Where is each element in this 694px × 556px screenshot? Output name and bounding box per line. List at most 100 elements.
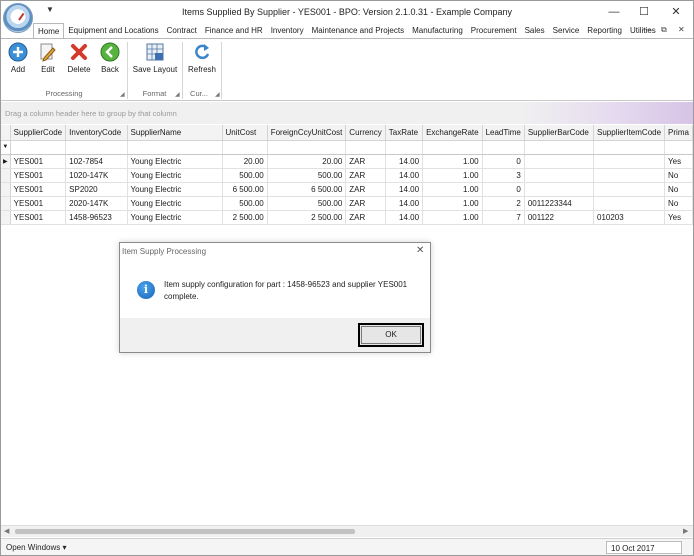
filter-cell[interactable] (524, 140, 595, 155)
cell-currency[interactable]: ZAR (345, 196, 386, 211)
minimize-button[interactable]: — (601, 4, 627, 20)
edit-button[interactable]: Edit (32, 42, 64, 74)
scrollbar-thumb[interactable] (15, 529, 355, 534)
tab-finance-and-hr[interactable]: Finance and HR (201, 23, 267, 39)
filter-cell[interactable] (482, 140, 525, 155)
cell-foreignccyunitcost[interactable]: 500.00 (267, 196, 347, 211)
cell-currency[interactable]: ZAR (345, 168, 386, 183)
cell-unitcost[interactable]: 2 500.00 (222, 210, 268, 225)
tab-service[interactable]: Service (549, 23, 584, 39)
cell-supplierbarcode[interactable] (524, 168, 595, 183)
cell-leadtime[interactable]: 2 (482, 196, 525, 211)
cell-unitcost[interactable]: 500.00 (222, 168, 268, 183)
cell-suppliername[interactable]: Young Electric (127, 182, 223, 197)
column-header-currency[interactable]: Currency (345, 125, 386, 141)
cell-leadtime[interactable]: 0 (482, 154, 525, 169)
cell-taxrate[interactable]: 14.00 (385, 182, 424, 197)
cell-supplierbarcode[interactable] (524, 182, 595, 197)
cell-currency[interactable]: ZAR (345, 182, 386, 197)
filter-cell[interactable] (127, 140, 223, 155)
filter-cell[interactable] (222, 140, 268, 155)
cell-suppliercode[interactable]: YES001 (10, 196, 67, 211)
column-header-supplierbarcode[interactable]: SupplierBarCode (524, 125, 595, 141)
cell-prima[interactable]: Yes (664, 154, 693, 169)
column-header-exchangerate[interactable]: ExchangeRate (422, 125, 483, 141)
tab-manufacturing[interactable]: Manufacturing (408, 23, 467, 39)
ribbon-restore-icon[interactable]: ⧉ (661, 25, 667, 35)
cell-supplieritemcode[interactable] (593, 168, 666, 183)
cell-supplierbarcode[interactable]: 0011223344 (524, 196, 595, 211)
horizontal-scrollbar[interactable]: ◀ ▶ (1, 525, 693, 537)
filter-cell[interactable] (664, 140, 693, 155)
cell-supplieritemcode[interactable]: 010203 (593, 210, 666, 225)
cell-unitcost[interactable]: 20.00 (222, 154, 268, 169)
current-launcher-icon[interactable]: ◢ (215, 91, 220, 98)
filter-cell[interactable] (10, 140, 67, 155)
column-header-leadtime[interactable]: LeadTime (482, 125, 525, 141)
tab-equipment-and-locations[interactable]: Equipment and Locations (64, 23, 162, 39)
column-header-foreignccyunitcost[interactable]: ForeignCcyUnitCost (267, 125, 347, 141)
tab-inventory[interactable]: Inventory (267, 23, 308, 39)
table-row[interactable]: YES001 1458-96523 Young Electric 2 500.00 2 … (1, 210, 693, 225)
cell-prima[interactable]: No (664, 196, 693, 211)
format-launcher-icon[interactable]: ◢ (175, 91, 180, 98)
cell-supplieritemcode[interactable] (593, 154, 666, 169)
column-header-inventorycode[interactable]: InventoryCode (65, 125, 128, 141)
open-windows-menu[interactable]: Open Windows ▾ (6, 543, 66, 552)
cell-foreignccyunitcost[interactable]: 500.00 (267, 168, 347, 183)
cell-leadtime[interactable]: 0 (482, 182, 525, 197)
cell-prima[interactable]: No (664, 168, 693, 183)
save-layout-button[interactable]: Save Layout (132, 42, 178, 74)
cell-inventorycode[interactable]: SP2020 (65, 182, 128, 197)
cell-foreignccyunitcost[interactable]: 6 500.00 (267, 182, 347, 197)
maximize-button[interactable]: ☐ (631, 4, 657, 20)
column-header-suppliercode[interactable]: SupplierCode (10, 125, 67, 141)
cell-inventorycode[interactable]: 102-7854 (65, 154, 128, 169)
filter-cell[interactable] (267, 140, 347, 155)
filter-cell[interactable] (593, 140, 666, 155)
cell-exchangerate[interactable]: 1.00 (422, 168, 483, 183)
cell-suppliercode[interactable]: YES001 (10, 210, 67, 225)
table-row[interactable]: YES001 SP2020 Young Electric 6 500.00 6 500.… (1, 182, 693, 197)
filter-cell[interactable] (385, 140, 424, 155)
cell-suppliername[interactable]: Young Electric (127, 168, 223, 183)
cell-suppliername[interactable]: Young Electric (127, 210, 223, 225)
cell-prima[interactable]: Yes (664, 210, 693, 225)
cell-unitcost[interactable]: 500.00 (222, 196, 268, 211)
column-header-prima[interactable]: Prima (664, 125, 693, 141)
ribbon-minimize-icon[interactable]: — (643, 25, 651, 34)
scroll-right-icon[interactable]: ▶ (683, 527, 688, 535)
cell-suppliername[interactable]: Young Electric (127, 154, 223, 169)
cell-suppliercode[interactable]: YES001 (10, 182, 67, 197)
filter-cell[interactable] (422, 140, 483, 155)
column-header-suppliername[interactable]: SupplierName (127, 125, 223, 141)
cell-inventorycode[interactable]: 2020-147K (65, 196, 128, 211)
cell-currency[interactable]: ZAR (345, 154, 386, 169)
cell-foreignccyunitcost[interactable]: 20.00 (267, 154, 347, 169)
cell-inventorycode[interactable]: 1020-147K (65, 168, 128, 183)
add-button[interactable]: Add (2, 42, 34, 74)
cell-taxrate[interactable]: 14.00 (385, 196, 424, 211)
column-header-taxrate[interactable]: TaxRate (385, 125, 424, 141)
cell-inventorycode[interactable]: 1458-96523 (65, 210, 128, 225)
tab-maintenance-and-projects[interactable]: Maintenance and Projects (308, 23, 409, 39)
table-row[interactable]: ▶ YES001 102-7854 Young Electric 20.00 20.00 Z… (1, 154, 693, 169)
filter-cell[interactable] (345, 140, 386, 155)
close-button[interactable]: ✕ (663, 4, 689, 20)
cell-exchangerate[interactable]: 1.00 (422, 196, 483, 211)
dialog-close-icon[interactable]: ✕ (416, 245, 424, 256)
cell-leadtime[interactable]: 7 (482, 210, 525, 225)
processing-launcher-icon[interactable]: ◢ (120, 91, 125, 98)
date-field[interactable]: 10 Oct 2017 (606, 541, 682, 554)
cell-prima[interactable]: No (664, 182, 693, 197)
table-row[interactable]: YES001 2020-147K Young Electric 500.00 500.0… (1, 196, 693, 211)
cell-unitcost[interactable]: 6 500.00 (222, 182, 268, 197)
cell-exchangerate[interactable]: 1.00 (422, 182, 483, 197)
cell-supplieritemcode[interactable] (593, 196, 666, 211)
column-header-unitcost[interactable]: UnitCost (222, 125, 268, 141)
cell-suppliercode[interactable]: YES001 (10, 168, 67, 183)
back-button[interactable]: Back (94, 42, 126, 74)
tab-sales[interactable]: Sales (521, 23, 549, 39)
column-header-supplieritemcode[interactable]: SupplierItemCode (593, 125, 666, 141)
tab-procurement[interactable]: Procurement (467, 23, 521, 39)
